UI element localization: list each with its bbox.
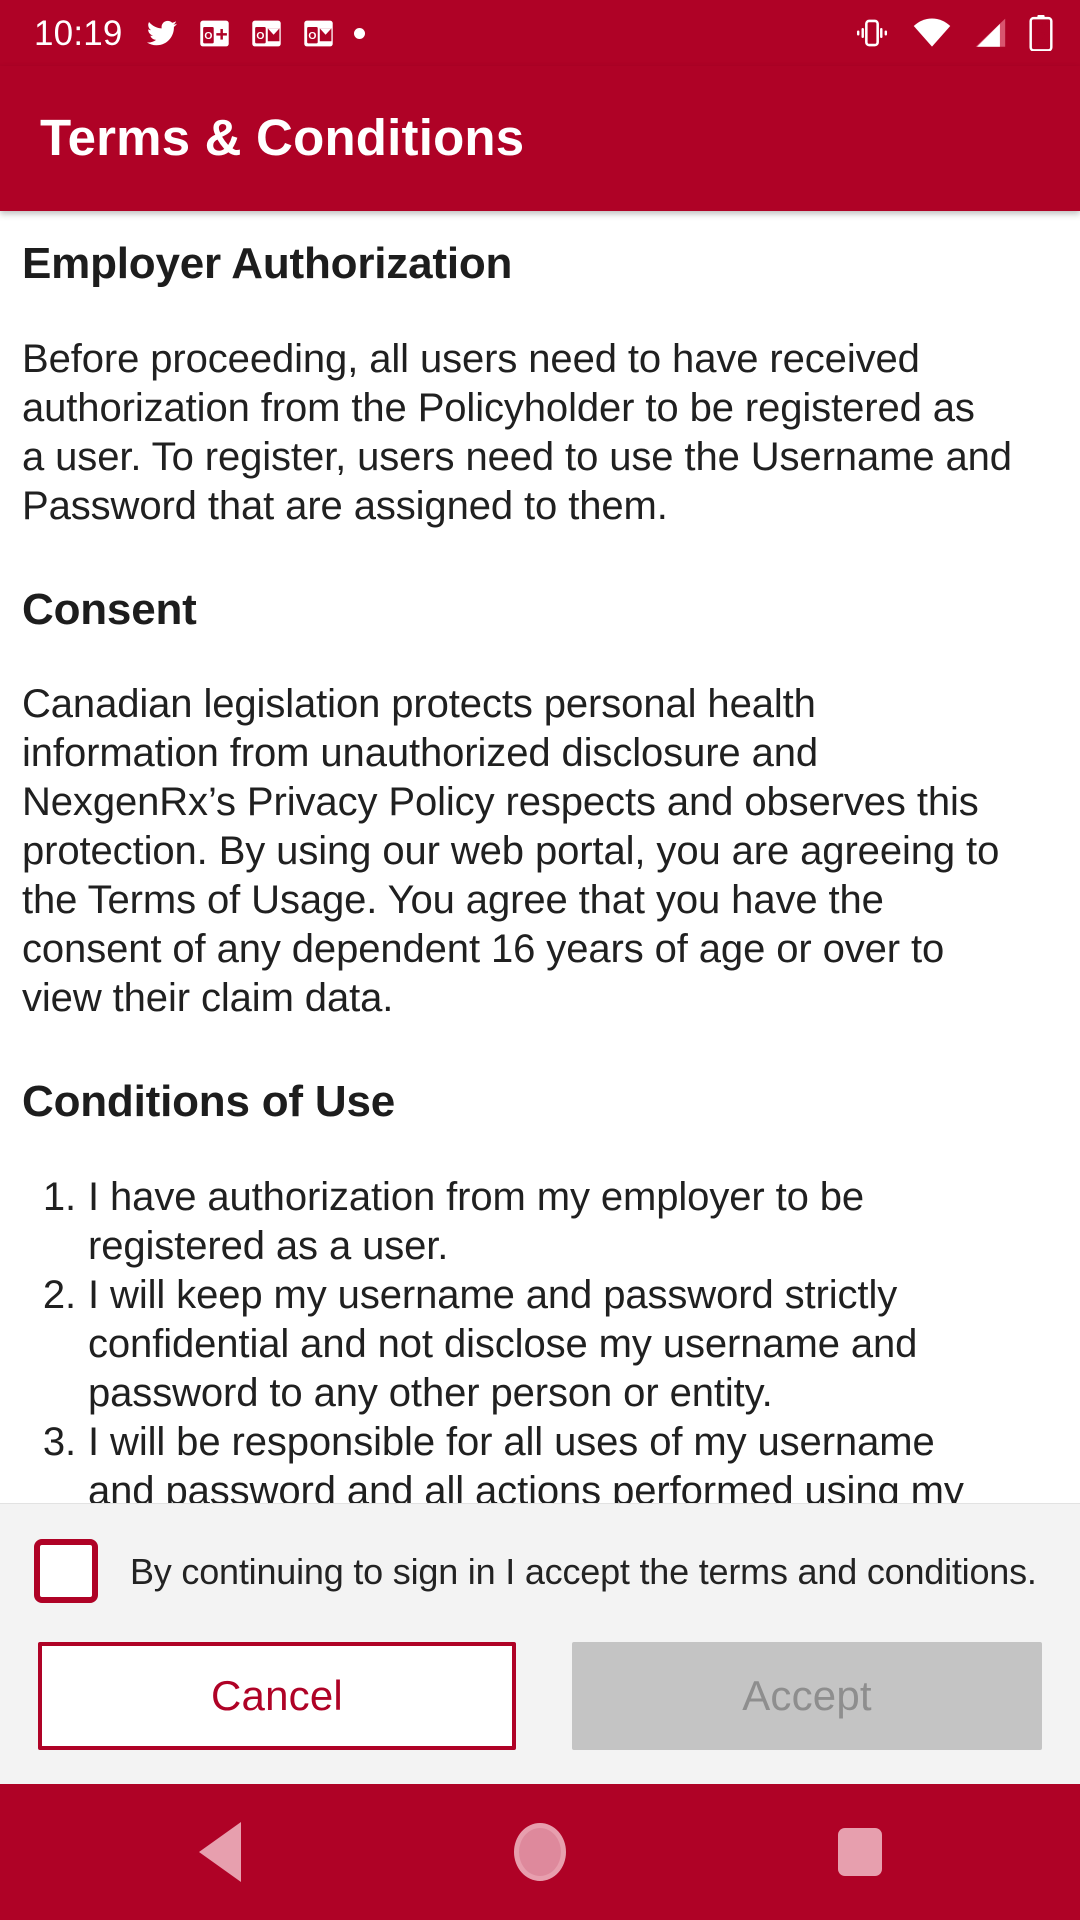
recents-button[interactable]: [800, 1792, 920, 1912]
accept-terms-checkbox[interactable]: [34, 1539, 98, 1603]
list-item-number: 3.: [42, 1420, 76, 1465]
outlook-calendar-icon: O: [198, 18, 231, 49]
paragraph-line: Canadian legislation protects personal h…: [22, 682, 816, 727]
wifi-icon: [912, 17, 952, 49]
terms-scroll-area[interactable]: Employer Authorization Before proceeding…: [0, 211, 1080, 1503]
section-heading-conditions-of-use: Conditions of Use: [22, 1077, 396, 1127]
status-bar-clock: 10:19: [34, 13, 123, 53]
svg-text:O: O: [256, 31, 264, 42]
paragraph-line: Before proceeding, all users need to hav…: [22, 336, 920, 381]
list-item-number: 2.: [42, 1273, 76, 1318]
status-bar-notification-icons: O O O: [145, 18, 365, 49]
paragraph-line: the Terms of Usage. You agree that you h…: [22, 878, 884, 923]
outlook-mail-icon: O: [250, 18, 283, 49]
accept-button: Accept: [572, 1642, 1042, 1750]
phone-screen: 10:19 O O O Terms & Conditions Employer …: [0, 0, 1080, 1920]
section-heading-employer-authorization: Employer Authorization: [22, 239, 513, 288]
terms-action-panel: By continuing to sign in I accept the te…: [0, 1503, 1080, 1784]
paragraph-line: authorization from the Policyholder to b…: [22, 385, 975, 430]
paragraph-line: NexgenRx’s Privacy Policy respects and o…: [22, 780, 979, 825]
list-item-text: I will be responsible for all uses of my…: [88, 1418, 1058, 1503]
list-item-number: 1.: [42, 1175, 76, 1220]
status-bar-system-icons: [852, 15, 1054, 51]
paragraph-line: information from unauthorized disclosure…: [22, 731, 819, 776]
paragraph-line: view their claim data.: [22, 976, 394, 1021]
cellular-signal-icon: [972, 17, 1008, 49]
list-item-text: I will keep my username and password str…: [88, 1271, 1058, 1418]
list-item-line: password to any other person or entity.: [88, 1371, 773, 1416]
action-button-row: Cancel Accept: [0, 1616, 1080, 1784]
app-bar: Terms & Conditions: [0, 66, 1080, 211]
list-item: 1. I have authorization from my employer…: [22, 1173, 1058, 1271]
accept-terms-row[interactable]: By continuing to sign in I accept the te…: [0, 1526, 1080, 1616]
android-navigation-bar: [0, 1784, 1080, 1920]
outlook-mail-icon: O: [302, 18, 335, 49]
list-item-line: confidential and not disclose my usernam…: [88, 1322, 918, 1367]
paragraph-line: protection. By using our web portal, you…: [22, 829, 1000, 874]
paragraph-line: Password that are assigned to them.: [22, 483, 668, 528]
paragraph-line: consent of any dependent 16 years of age…: [22, 927, 945, 972]
home-button[interactable]: [480, 1792, 600, 1912]
page-title: Terms & Conditions: [40, 109, 525, 167]
svg-text:O: O: [308, 31, 316, 42]
status-bar: 10:19 O O O: [0, 0, 1080, 66]
list-item: 2. I will keep my username and password …: [22, 1271, 1058, 1418]
dot-icon: [353, 27, 365, 39]
list-item-line: I will be responsible for all uses of my…: [88, 1420, 935, 1465]
paragraph-consent: Canadian legislation protects personal h…: [22, 680, 1058, 1023]
section-heading-consent: Consent: [22, 584, 197, 634]
paragraph-line: a user. To register, users need to use t…: [22, 434, 1012, 479]
accept-terms-label: By continuing to sign in I accept the te…: [130, 1550, 1037, 1592]
battery-charging-icon: [1028, 15, 1054, 51]
list-item-text: I have authorization from my employer to…: [88, 1173, 1058, 1271]
list-item: 3. I will be responsible for all uses of…: [22, 1418, 1058, 1503]
list-item-line: and password and all actions performed u…: [88, 1469, 964, 1503]
svg-text:O: O: [204, 31, 212, 42]
list-item-line: registered as a user.: [88, 1224, 449, 1269]
cancel-button[interactable]: Cancel: [38, 1642, 516, 1750]
list-item-line: I will keep my username and password str…: [88, 1273, 898, 1318]
back-triangle-icon: [199, 1822, 241, 1882]
vibrate-icon: [852, 16, 892, 50]
terms-content: Employer Authorization Before proceeding…: [22, 237, 1058, 1503]
list-item-line: I have authorization from my employer to…: [88, 1175, 865, 1220]
home-circle-icon: [514, 1823, 566, 1881]
recents-square-icon: [838, 1828, 882, 1876]
twitter-icon: [145, 18, 179, 48]
back-button[interactable]: [160, 1792, 280, 1912]
paragraph-employer-authorization: Before proceeding, all users need to hav…: [22, 335, 1058, 531]
conditions-of-use-list: 1. I have authorization from my employer…: [22, 1173, 1058, 1503]
